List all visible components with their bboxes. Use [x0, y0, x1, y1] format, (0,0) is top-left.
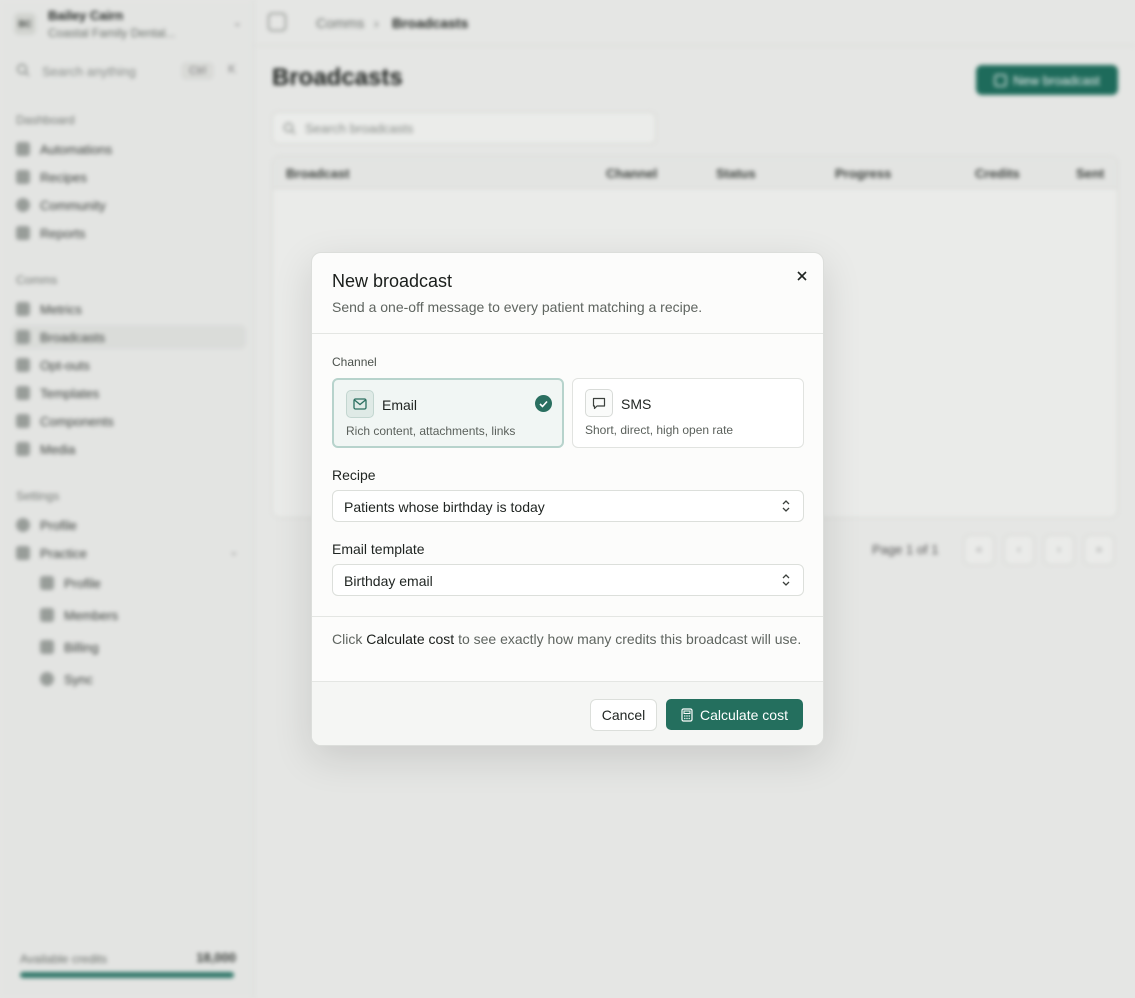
channel-name-sms: SMS — [621, 396, 652, 412]
channel-label: Channel — [332, 355, 377, 369]
channel-desc-email: Rich content, attachments, links — [346, 424, 516, 438]
cost-info-emphasis: Calculate cost — [366, 631, 455, 647]
new-broadcast-dialog: New broadcast Send a one-off message to … — [311, 252, 824, 746]
message-icon — [585, 389, 613, 417]
chevron-updown-icon — [782, 574, 790, 586]
close-icon[interactable] — [793, 267, 811, 285]
cost-info-text: Click Calculate cost to see exactly how … — [332, 629, 804, 649]
calculate-cost-button[interactable]: Calculate cost — [666, 699, 803, 730]
email-template-select[interactable]: Birthday email — [332, 564, 804, 596]
cancel-button[interactable]: Cancel — [590, 699, 657, 731]
channel-desc-sms: Short, direct, high open rate — [585, 423, 734, 437]
calculator-icon — [681, 707, 693, 722]
check-circle-icon — [535, 395, 552, 412]
channel-option-email[interactable]: Email Rich content, attachments, links — [332, 378, 564, 448]
divider — [312, 616, 823, 617]
email-template-select-value: Birthday email — [344, 573, 433, 589]
recipe-label: Recipe — [332, 467, 376, 483]
email-template-label: Email template — [332, 541, 425, 557]
cost-info-suffix: to see exactly how many credits this bro… — [458, 631, 802, 647]
channel-name-email: Email — [382, 397, 418, 413]
dialog-subtitle: Send a one-off message to every patient … — [332, 299, 703, 315]
dialog-title: New broadcast — [332, 271, 453, 291]
channel-option-sms[interactable]: SMS Short, direct, high open rate — [572, 378, 804, 448]
recipe-select-value: Patients whose birthday is today — [344, 499, 545, 515]
divider — [312, 333, 823, 334]
chevron-updown-icon — [782, 500, 790, 512]
cost-info-prefix: Click — [332, 631, 363, 647]
mail-icon — [346, 390, 374, 418]
recipe-select[interactable]: Patients whose birthday is today — [332, 490, 804, 522]
calculate-cost-label: Calculate cost — [700, 706, 788, 723]
